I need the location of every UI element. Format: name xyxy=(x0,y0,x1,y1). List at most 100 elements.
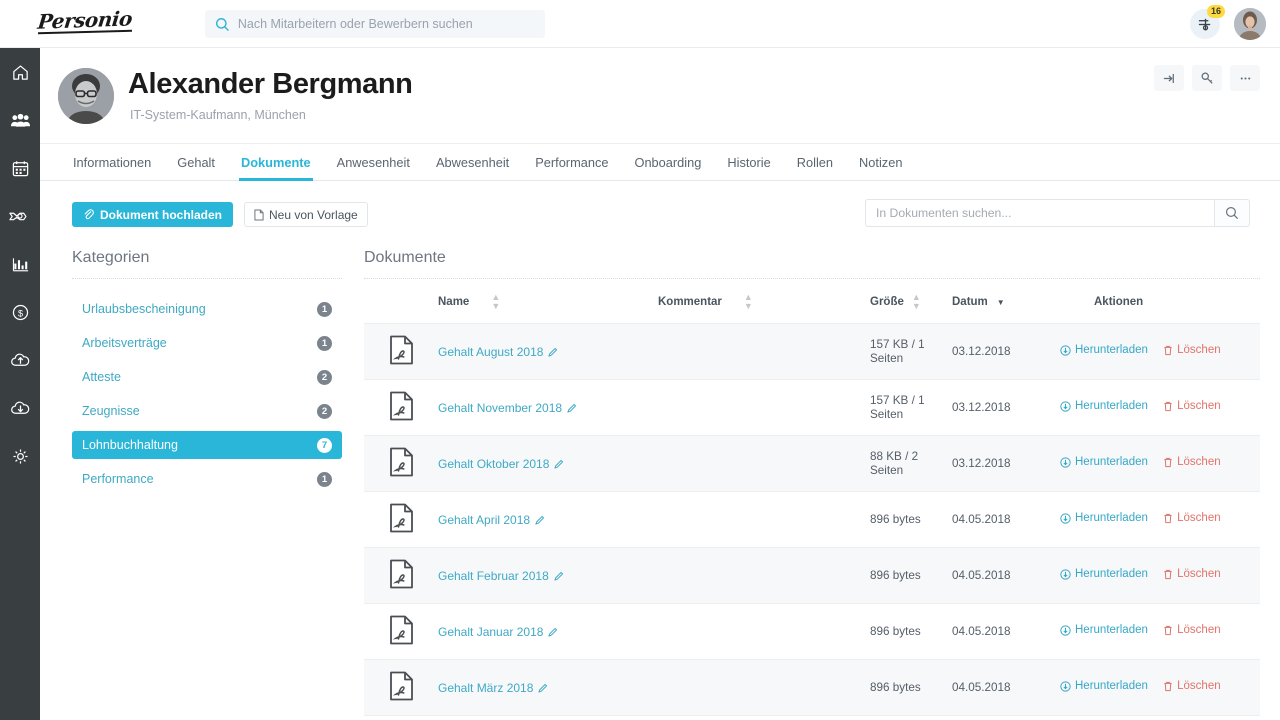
global-search-input[interactable] xyxy=(237,17,535,31)
new-from-template-button[interactable]: Neu von Vorlage xyxy=(244,202,368,227)
download-action[interactable]: Herunterladen xyxy=(1060,344,1148,356)
impersonate-button[interactable] xyxy=(1154,65,1184,91)
notifications-button[interactable]: 16 xyxy=(1190,5,1225,39)
table-row[interactable]: Gehalt März 2018 896 bytes 04.05.2018 He… xyxy=(364,659,1260,716)
upload-document-button[interactable]: Dokument hochladen xyxy=(72,202,234,227)
rail-item-home[interactable] xyxy=(0,48,40,96)
sort-desc-icon[interactable]: ▼ xyxy=(997,298,1005,307)
dollar-circle-icon: $ xyxy=(12,304,28,320)
category-count-badge: 2 xyxy=(317,369,332,385)
rail-item-payroll[interactable]: $ xyxy=(0,288,40,336)
document-link[interactable]: Gehalt Januar 2018 xyxy=(438,625,558,639)
tab-anwesenheit[interactable]: Anwesenheit xyxy=(324,144,423,180)
left-nav-rail: $ xyxy=(0,48,40,720)
category-lohnbuchhaltung[interactable]: Lohnbuchhaltung 7 xyxy=(72,431,342,459)
download-action[interactable]: Herunterladen xyxy=(1060,400,1148,412)
document-link[interactable]: Gehalt März 2018 xyxy=(438,681,548,695)
trash-icon xyxy=(1164,345,1172,355)
pencil-icon[interactable] xyxy=(567,403,577,413)
download-action[interactable]: Herunterladen xyxy=(1060,624,1148,636)
delete-action[interactable]: Löschen xyxy=(1163,456,1221,468)
cell-name[interactable]: Gehalt April 2018 xyxy=(438,491,658,548)
table-row[interactable]: Gehalt Februar 2018 896 bytes 04.05.2018 xyxy=(364,547,1260,604)
tab-notizen[interactable]: Notizen xyxy=(846,144,915,180)
rail-item-recruiting[interactable] xyxy=(0,192,40,240)
tab-abwesenheit[interactable]: Abwesenheit xyxy=(423,144,522,180)
pencil-icon[interactable] xyxy=(554,571,564,581)
cell-name[interactable]: Gehalt Oktober 2018 xyxy=(438,435,658,492)
category-urlaubsbescheinigung[interactable]: Urlaubsbescheinigung 1 xyxy=(72,295,342,323)
cell-name[interactable]: Gehalt Februar 2018 xyxy=(438,547,658,604)
delete-action[interactable]: Löschen xyxy=(1163,344,1221,356)
document-link[interactable]: Gehalt November 2018 xyxy=(438,401,577,415)
sort-icon[interactable]: ▲ ▼ xyxy=(491,293,500,311)
category-atteste[interactable]: Atteste 2 xyxy=(72,363,342,391)
delete-action[interactable]: Löschen xyxy=(1163,568,1221,580)
download-action[interactable]: Herunterladen xyxy=(1060,680,1148,692)
sort-icon[interactable]: ▲ ▼ xyxy=(744,293,753,311)
download-label: Herunterladen xyxy=(1075,400,1148,413)
global-search[interactable] xyxy=(205,10,545,38)
category-zeugnisse[interactable]: Zeugnisse 2 xyxy=(72,397,342,425)
th-date[interactable]: Datum ▼ xyxy=(952,279,1060,324)
table-row[interactable]: Gehalt April 2018 896 bytes 04.05.2018 H… xyxy=(364,491,1260,548)
pencil-icon[interactable] xyxy=(548,347,558,357)
more-options-button[interactable] xyxy=(1230,65,1260,91)
delete-action[interactable]: Löschen xyxy=(1163,400,1221,413)
document-link[interactable]: Gehalt Februar 2018 xyxy=(438,569,564,583)
tab-performance[interactable]: Performance xyxy=(522,144,621,180)
pdf-file-icon xyxy=(389,503,413,533)
document-link[interactable]: Gehalt April 2018 xyxy=(438,513,545,527)
documents-search-button[interactable] xyxy=(1214,199,1250,227)
tab-rollen[interactable]: Rollen xyxy=(784,144,846,180)
table-row[interactable]: Gehalt November 2018 157 KB / 1 Seiten 0… xyxy=(364,379,1260,436)
download-action[interactable]: Herunterladen xyxy=(1060,568,1148,580)
th-comment[interactable]: Kommentar ▲ ▼ xyxy=(658,279,870,324)
permissions-button[interactable] xyxy=(1192,65,1222,91)
tab-informationen[interactable]: Informationen xyxy=(60,144,164,180)
cell-name[interactable]: Gehalt März 2018 xyxy=(438,659,658,716)
download-action[interactable]: Herunterladen xyxy=(1060,512,1148,524)
profile-avatar-image xyxy=(58,68,114,124)
delete-action[interactable]: Löschen xyxy=(1163,512,1221,524)
pencil-icon[interactable] xyxy=(538,683,548,693)
document-link[interactable]: Gehalt Oktober 2018 xyxy=(438,457,564,471)
delete-action[interactable]: Löschen xyxy=(1163,680,1221,692)
rail-item-import[interactable] xyxy=(0,336,40,384)
rail-item-calendar[interactable] xyxy=(0,144,40,192)
tab-dokumente[interactable]: Dokumente xyxy=(228,144,324,181)
category-performance[interactable]: Performance 1 xyxy=(72,465,342,493)
category-arbeitsvertraege[interactable]: Arbeitsverträge 1 xyxy=(72,329,342,357)
categories-panel: Kategorien Urlaubsbescheinigung 1 Arbeit… xyxy=(72,249,364,720)
pencil-icon[interactable] xyxy=(554,459,564,469)
download-action[interactable]: Herunterladen xyxy=(1060,456,1148,468)
pencil-icon[interactable] xyxy=(535,515,545,525)
profile-avatar[interactable] xyxy=(58,68,114,124)
table-row[interactable]: Gehalt Januar 2018 896 bytes 04.05.2018 xyxy=(364,603,1260,660)
pencil-icon[interactable] xyxy=(548,627,558,637)
rail-item-reports[interactable] xyxy=(0,240,40,288)
table-row[interactable]: Gehalt Oktober 2018 88 KB / 2 Seiten 03.… xyxy=(364,435,1260,492)
personio-logo[interactable]: Personio xyxy=(36,6,140,40)
tab-onboarding[interactable]: Onboarding xyxy=(621,144,714,180)
sort-icon[interactable]: ▲ ▼ xyxy=(912,293,921,311)
tab-historie[interactable]: Historie xyxy=(714,144,783,180)
user-avatar[interactable] xyxy=(1234,8,1266,40)
delete-label: Löschen xyxy=(1177,400,1221,413)
th-size[interactable]: Größe ▲ ▼ xyxy=(870,279,952,324)
tab-gehalt[interactable]: Gehalt xyxy=(164,144,228,180)
documents-search-input[interactable] xyxy=(865,199,1214,227)
table-row[interactable]: Gehalt August 2018 157 KB / 1 Seiten 03.… xyxy=(364,323,1260,380)
download-label: Herunterladen xyxy=(1075,512,1148,525)
rail-item-employees[interactable] xyxy=(0,96,40,144)
document-link[interactable]: Gehalt August 2018 xyxy=(438,345,558,359)
rail-item-settings[interactable] xyxy=(0,432,40,480)
th-name[interactable]: Name ▲ ▼ xyxy=(438,279,658,324)
cell-name[interactable]: Gehalt August 2018 xyxy=(438,323,658,380)
cell-icon xyxy=(364,435,438,492)
cell-name[interactable]: Gehalt November 2018 xyxy=(438,379,658,436)
cell-name[interactable]: Gehalt Januar 2018 xyxy=(438,603,658,660)
profile-subtitle: IT-System-Kaufmann, München xyxy=(130,108,306,122)
rail-item-export[interactable] xyxy=(0,384,40,432)
delete-action[interactable]: Löschen xyxy=(1163,624,1221,636)
